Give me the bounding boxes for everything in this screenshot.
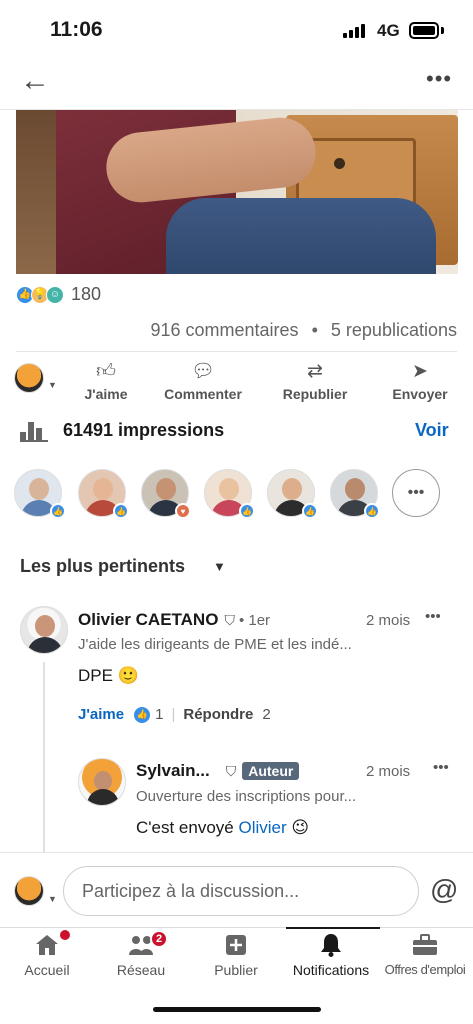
comment-button[interactable]: 💬︎ Commenter <box>153 360 253 402</box>
more-reactors-button[interactable]: ••• <box>392 469 440 517</box>
home-indicator <box>153 1007 321 1012</box>
like-badge-icon: 👍 <box>134 706 151 723</box>
plus-square-icon <box>223 932 249 958</box>
mention-link[interactable]: Olivier <box>238 818 286 837</box>
sort-dropdown[interactable]: Les plus pertinents <box>20 556 185 577</box>
stats-separator: • <box>311 320 318 340</box>
post-image[interactable] <box>16 110 458 274</box>
tabbar-divider <box>0 927 473 928</box>
repost-label: Republier <box>282 386 348 402</box>
reply-body: C'est envoyé Olivier 😉 <box>136 818 309 838</box>
briefcase-icon <box>412 932 438 958</box>
repost-icon: ⇄ <box>307 361 323 382</box>
battery-icon <box>409 22 439 39</box>
like-badge-icon: 👍 <box>239 503 255 519</box>
repost-button[interactable]: ⇄ Republier <box>265 360 365 402</box>
comment-actions: J'aime 👍 1 | Répondre 2 <box>78 706 271 723</box>
comment-like-count: 1 <box>155 706 164 723</box>
more-options-icon[interactable]: ••• <box>426 66 452 92</box>
reply-author-name[interactable]: Sylvain... <box>136 761 210 781</box>
reply-more-icon[interactable]: ••• <box>433 759 449 776</box>
send-label: Envoyer <box>392 386 448 402</box>
like-badge-icon: 👍 <box>364 503 380 519</box>
engagement-stats[interactable]: 916 commentaires • 5 republications <box>150 320 457 341</box>
author-badge: Auteur <box>242 762 300 780</box>
reply-author-avatar[interactable] <box>78 758 126 806</box>
thumbs-up-icon: 👍︎ <box>96 361 116 382</box>
like-badge-icon: 👍 <box>50 503 66 519</box>
caret-down-icon[interactable]: ▼ <box>213 559 226 574</box>
tab-label: Publier <box>214 962 258 978</box>
reply-time: 2 mois <box>366 763 411 780</box>
verified-shield-icon: ⛉ <box>224 611 235 628</box>
love-badge-icon: ♥ <box>175 503 191 519</box>
battery-tip <box>441 27 444 34</box>
commenter-headline: J'aide les dirigeants de PME et les indé… <box>78 636 352 653</box>
tab-post[interactable]: Publier <box>189 932 283 978</box>
active-tab-indicator <box>286 927 380 929</box>
comment-icon: 💬︎ <box>190 361 216 382</box>
comment-label: Commenter <box>164 386 242 402</box>
composer-avatar[interactable] <box>14 876 44 906</box>
actor-avatar[interactable] <box>14 363 44 393</box>
analytics-icon <box>20 420 48 442</box>
comment-header: Olivier CAETANO ⛉ • 1er <box>78 610 270 630</box>
impressions-count: 61491 impressions <box>63 420 225 440</box>
comment-more-icon[interactable]: ••• <box>425 608 441 625</box>
network-icon: 2 <box>128 930 168 958</box>
action-separator: | <box>171 706 176 723</box>
send-icon: ➤ <box>412 361 428 382</box>
view-analytics-link[interactable]: Voir <box>415 420 449 441</box>
back-arrow-icon[interactable]: ← <box>20 66 50 96</box>
like-badge-icon: 👍 <box>113 503 129 519</box>
thread-line <box>43 662 45 852</box>
signal-icon <box>343 24 371 38</box>
tab-label: Offres d'emploi <box>384 962 466 977</box>
network-badge: 2 <box>150 930 168 948</box>
commenter-avatar[interactable] <box>20 606 68 654</box>
comment-time: 2 mois <box>366 612 411 629</box>
reply-header: Sylvain... ⛉ Auteur <box>136 761 300 781</box>
composer-divider <box>0 852 473 853</box>
reactions-summary[interactable]: 👍 💡 ☺ 180 <box>16 284 101 305</box>
like-button[interactable]: 👍︎ J'aime <box>56 360 156 402</box>
comments-count[interactable]: 916 commentaires <box>150 320 298 340</box>
comment-like-button[interactable]: J'aime <box>78 706 124 723</box>
tab-label: Accueil <box>24 962 70 978</box>
verified-shield-icon: ⛉ <box>225 762 237 779</box>
like-badge-icon: 👍 <box>302 503 318 519</box>
tab-home[interactable]: Accueil <box>0 928 94 978</box>
network-label: 4G <box>377 21 400 40</box>
home-notification-dot <box>58 928 72 942</box>
tab-label: Réseau <box>116 962 166 978</box>
commenter-name[interactable]: Olivier CAETANO <box>78 610 218 630</box>
comment-input[interactable]: Participez à la discussion... <box>63 866 419 916</box>
reply-count: 2 <box>262 706 271 723</box>
tab-notifications[interactable]: Notifications <box>284 932 378 978</box>
like-label: J'aime <box>84 386 128 402</box>
funny-reaction-icon: ☺ <box>46 285 64 304</box>
bell-icon <box>318 932 344 958</box>
home-icon <box>34 928 72 958</box>
reaction-count: 180 <box>71 284 102 304</box>
reply-emoji: 😉 <box>291 818 310 837</box>
reply-text: C'est envoyé <box>136 818 234 837</box>
connection-degree: • 1er <box>238 611 271 629</box>
reposts-count[interactable]: 5 republications <box>331 320 457 340</box>
reply-author-headline: Ouverture des inscriptions pour... <box>136 788 357 805</box>
tab-label: Notifications <box>292 962 370 978</box>
chevron-down-icon[interactable]: ▼ <box>48 894 57 904</box>
comment-body: DPE 🙂 <box>78 666 139 685</box>
send-button[interactable]: ➤ Envoyer <box>370 360 470 402</box>
mention-icon[interactable]: @ <box>430 874 458 906</box>
comment-reply-button[interactable]: Répondre <box>183 706 253 723</box>
status-time: 11:06 <box>50 18 103 41</box>
tab-network[interactable]: 2 Réseau <box>94 930 188 978</box>
comment-input-placeholder: Participez à la discussion... <box>82 880 300 901</box>
tab-jobs[interactable]: Offres d'emploi <box>378 932 472 977</box>
divider <box>16 351 457 352</box>
